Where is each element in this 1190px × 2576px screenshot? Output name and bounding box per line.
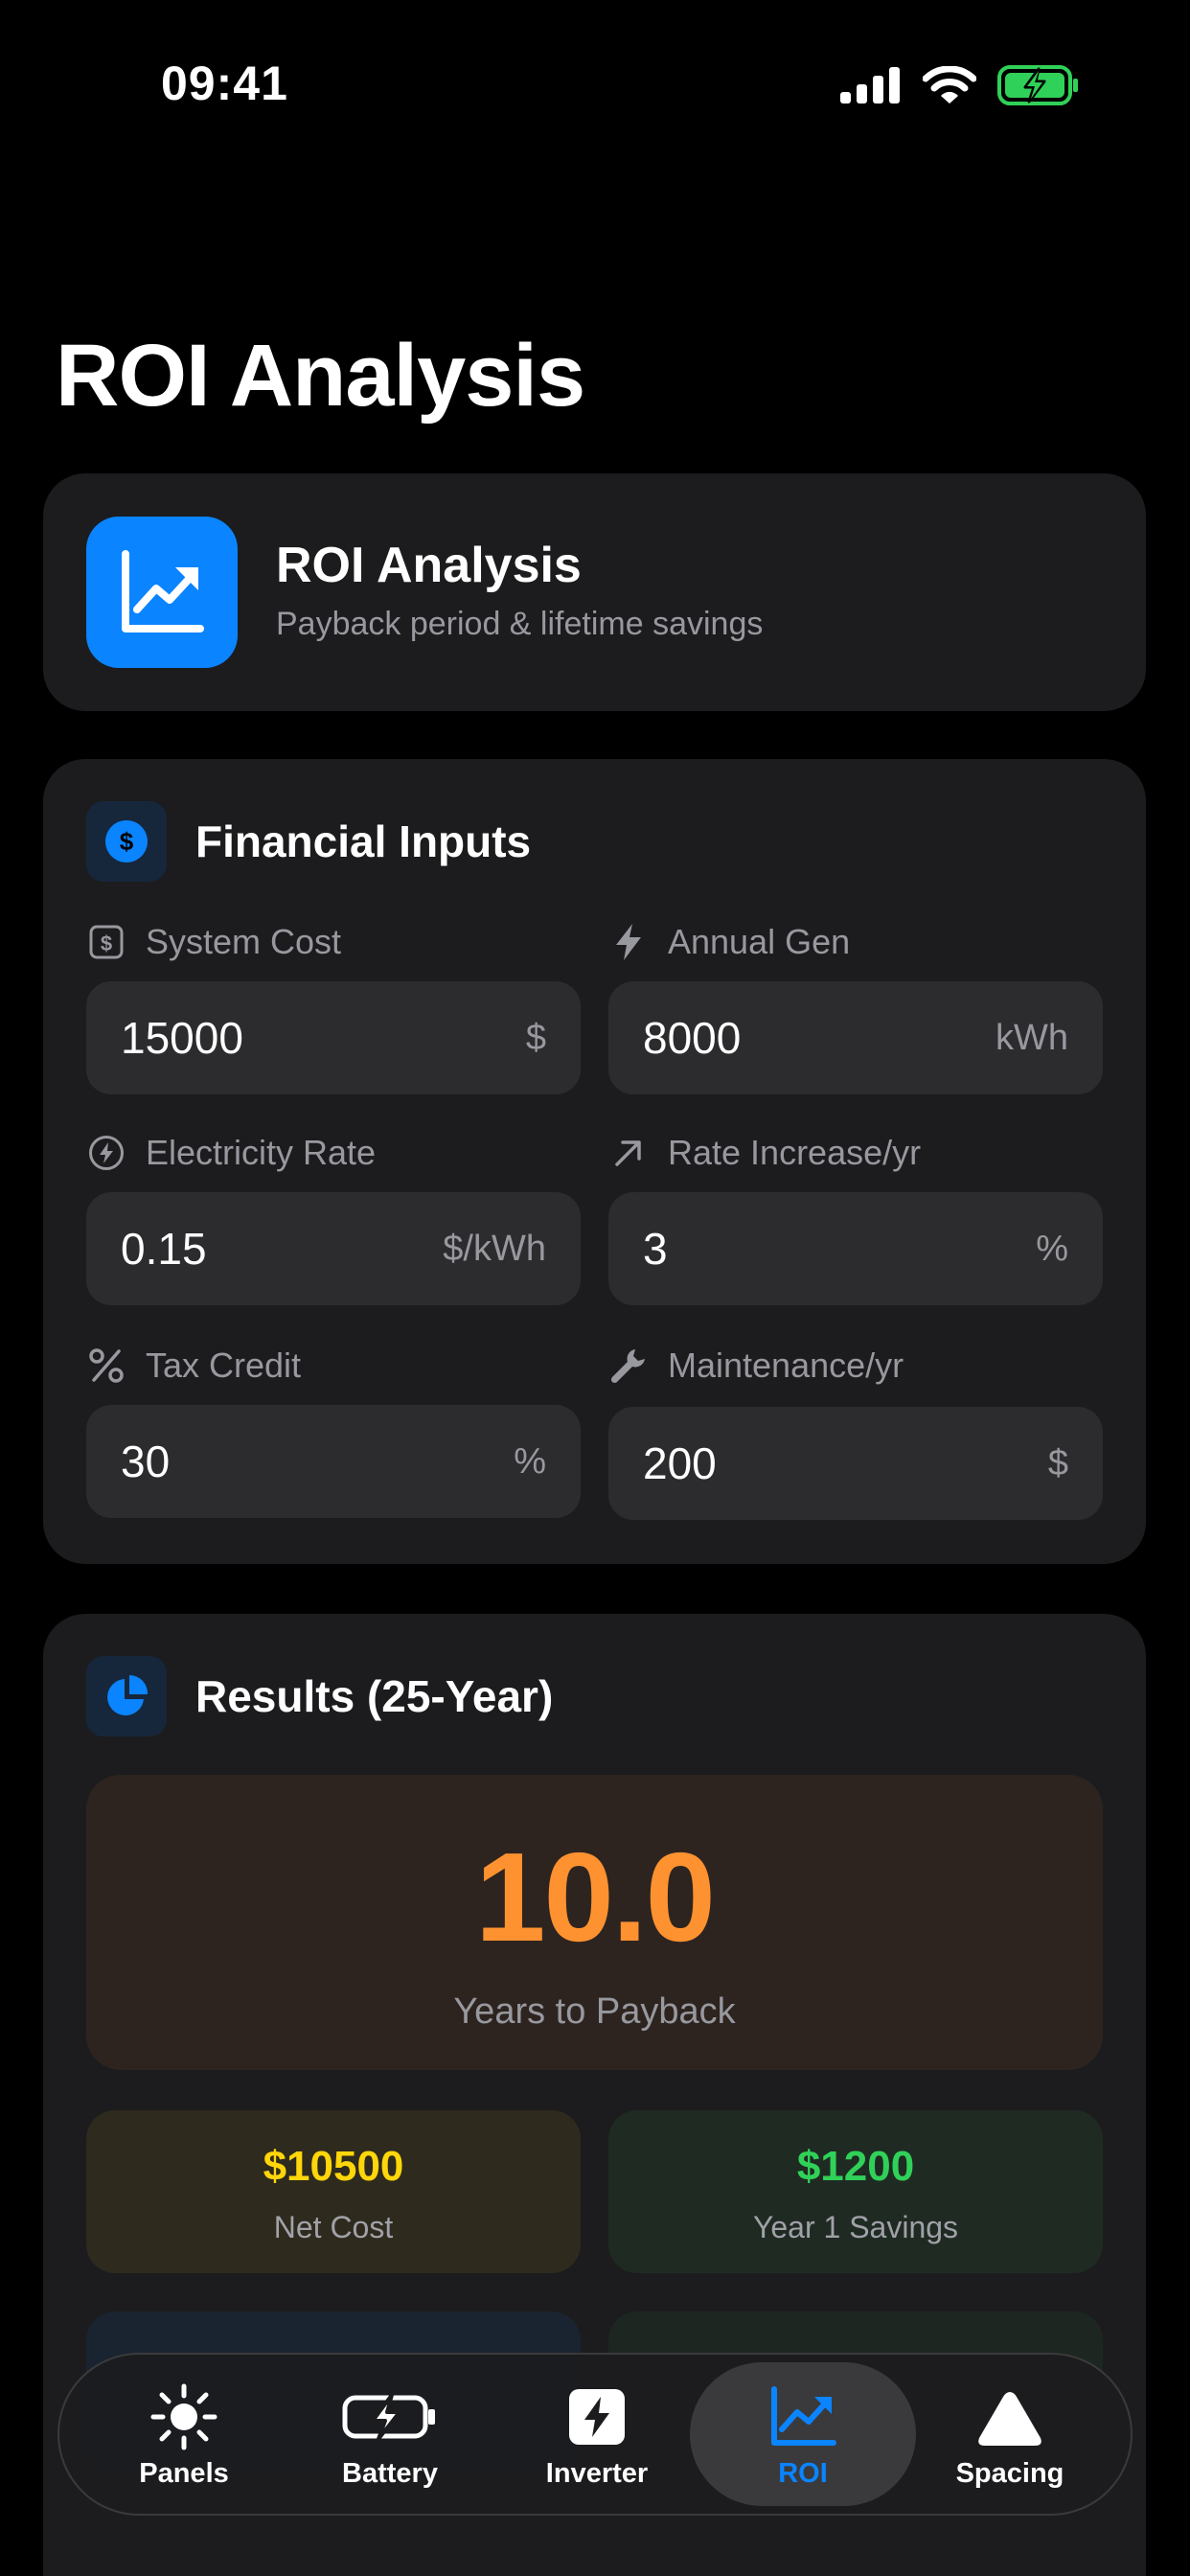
percent-icon <box>86 1346 126 1386</box>
triangle-icon <box>897 2383 1123 2450</box>
electricity-rate-field[interactable]: 0.15 $/kWh <box>86 1192 581 1305</box>
payback-panel: 10.0 Years to Payback <box>86 1775 1103 2070</box>
screen: 09:41 ROI Analysis ROI Analysis Payback … <box>0 0 1190 2576</box>
dollar-square-icon: $ <box>86 922 126 962</box>
chart-line-up-icon <box>86 517 238 668</box>
header-card-subtitle: Payback period & lifetime savings <box>276 606 764 642</box>
tax-credit-value[interactable]: 30 <box>121 1436 170 1487</box>
net-cost-label: Net Cost <box>273 2210 394 2244</box>
system-cost-value[interactable]: 15000 <box>121 1012 243 1064</box>
annual-gen-field[interactable]: 8000 kWh <box>608 981 1103 1094</box>
electricity-rate-value[interactable]: 0.15 <box>121 1223 207 1275</box>
chart-line-up-icon <box>690 2383 916 2450</box>
payback-value: 10.0 <box>475 1827 716 1967</box>
year1-savings-value: $1200 <box>796 2143 915 2190</box>
tab-battery[interactable]: Battery <box>277 2355 503 2514</box>
electricity-rate-label: Electricity Rate <box>86 1133 376 1173</box>
annual-gen-label: Annual Gen <box>608 922 850 962</box>
svg-text:$: $ <box>101 932 112 955</box>
financial-inputs-header: $ Financial Inputs <box>86 801 531 882</box>
tab-spacing[interactable]: Spacing <box>897 2355 1123 2514</box>
financial-inputs-card: $ Financial Inputs $ System Cost 15000 $… <box>43 759 1146 1564</box>
results-title: Results (25-Year) <box>195 1671 554 1721</box>
payback-label: Years to Payback <box>453 1991 736 2032</box>
wifi-icon <box>922 65 977 109</box>
tab-inverter-label: Inverter <box>545 2458 649 2489</box>
net-cost-stat: $10500 Net Cost <box>86 2110 581 2273</box>
wrench-icon <box>608 1346 649 1386</box>
tab-spacing-label: Spacing <box>955 2458 1064 2489</box>
status-bar: 09:41 <box>0 0 1190 172</box>
status-time: 09:41 <box>161 57 288 110</box>
dollar-circle-icon: $ <box>86 801 167 882</box>
battery-charging-status-icon <box>997 65 1080 110</box>
maintenance-value[interactable]: 200 <box>643 1438 717 1489</box>
tab-inverter[interactable]: Inverter <box>484 2355 710 2514</box>
pie-chart-icon <box>86 1656 167 1736</box>
page-title: ROI Analysis <box>56 327 585 425</box>
year1-savings-label: Year 1 Savings <box>752 2210 959 2244</box>
battery-charging-icon <box>277 2383 503 2450</box>
annual-gen-value[interactable]: 8000 <box>643 1012 741 1064</box>
rate-increase-field[interactable]: 3 % <box>608 1192 1103 1305</box>
annual-gen-unit: kWh <box>995 1017 1068 1058</box>
net-cost-value: $10500 <box>263 2143 404 2190</box>
tab-bar: Panels Battery Inverter ROI Spacing <box>57 2353 1133 2516</box>
rate-increase-label: Rate Increase/yr <box>608 1133 921 1173</box>
electricity-rate-unit: $/kWh <box>443 1228 546 1269</box>
bolt-square-icon <box>484 2383 710 2450</box>
system-cost-field[interactable]: 15000 $ <box>86 981 581 1094</box>
tab-roi-label: ROI <box>778 2458 828 2489</box>
system-cost-unit: $ <box>525 1017 546 1058</box>
system-cost-label: $ System Cost <box>86 922 341 962</box>
bolt-icon <box>608 922 649 962</box>
bolt-circle-icon <box>86 1133 126 1173</box>
cellular-signal-icon <box>840 67 902 108</box>
tax-credit-label: Tax Credit <box>86 1346 301 1386</box>
year1-savings-stat: $1200 Year 1 Savings <box>608 2110 1103 2273</box>
status-icons <box>840 65 1080 110</box>
tax-credit-unit: % <box>514 1440 546 1482</box>
maintenance-field[interactable]: 200 $ <box>608 1407 1103 1520</box>
svg-text:$: $ <box>120 827 134 856</box>
maintenance-unit: $ <box>1047 1442 1068 1484</box>
maintenance-label: Maintenance/yr <box>608 1346 904 1386</box>
tab-panels-label: Panels <box>139 2458 229 2489</box>
results-header: Results (25-Year) <box>86 1656 553 1736</box>
header-card-title: ROI Analysis <box>276 538 582 593</box>
tab-panels[interactable]: Panels <box>71 2355 297 2514</box>
tab-roi[interactable]: ROI <box>690 2362 916 2506</box>
tax-credit-field[interactable]: 30 % <box>86 1405 581 1518</box>
roi-header-card: ROI Analysis Payback period & lifetime s… <box>43 473 1146 711</box>
financial-inputs-title: Financial Inputs <box>195 816 532 866</box>
tab-battery-label: Battery <box>342 2458 438 2489</box>
arrow-up-right-icon <box>608 1133 649 1173</box>
sun-icon <box>71 2383 297 2450</box>
rate-increase-value[interactable]: 3 <box>643 1223 668 1275</box>
rate-increase-unit: % <box>1036 1228 1068 1269</box>
